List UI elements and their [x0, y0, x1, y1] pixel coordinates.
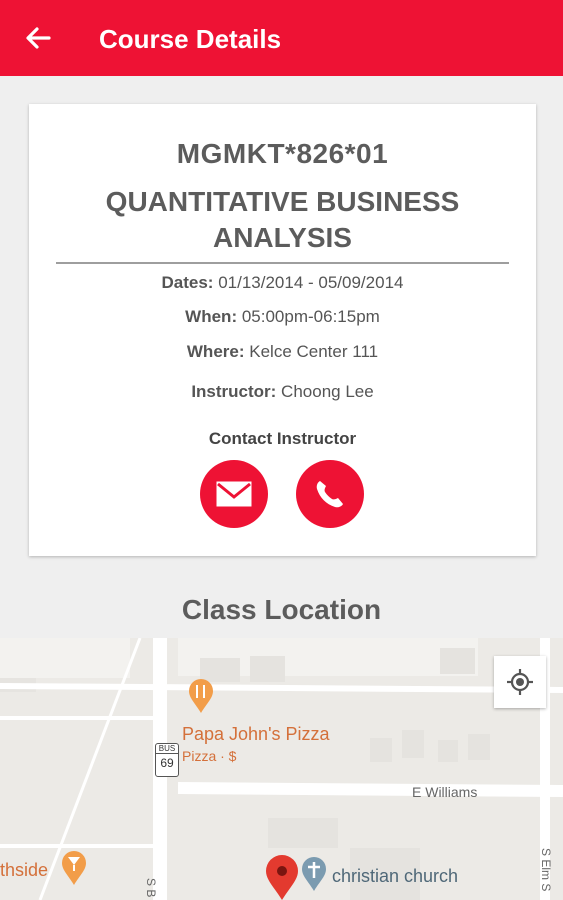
when-value: 05:00pm-06:15pm — [241, 307, 380, 326]
contact-instructor-label: Contact Instructor — [208, 429, 357, 448]
divider — [56, 262, 509, 264]
course-name: QUANTITATIVE BUSINESS ANALYSIS — [105, 186, 460, 253]
restaurant-pin-icon[interactable] — [187, 678, 215, 714]
route-shield-top: BUS — [156, 744, 178, 754]
church-pin-icon[interactable] — [300, 856, 328, 892]
map-poi-papa-johns-sub: Pizza · $ — [182, 748, 237, 764]
instructor-value: Choong Lee — [281, 382, 374, 401]
crosshair-icon — [507, 669, 533, 695]
route-shield: BUS 69 — [155, 743, 179, 777]
course-code: MGMKT*826*01 — [176, 138, 389, 169]
location-marker-icon[interactable] — [264, 854, 300, 900]
app-bar: Course Details — [0, 0, 563, 76]
course-card: MGMKT*826*01 QUANTITATIVE BUSINESS ANALY… — [29, 104, 536, 556]
envelope-icon — [216, 481, 252, 507]
map-poi-thside[interactable]: thside — [0, 860, 48, 881]
phone-icon — [316, 481, 343, 508]
call-button[interactable] — [296, 460, 364, 528]
arrow-left-icon — [26, 27, 51, 49]
class-location-heading: Class Location — [181, 594, 382, 625]
dates-label: Dates: — [161, 273, 214, 292]
where-value: Kelce Center 111 — [249, 342, 379, 361]
street-label-e-williams: E Williams — [412, 784, 478, 800]
email-button[interactable] — [200, 460, 268, 528]
dates-row: Dates: 01/13/2014 - 05/09/2014 — [29, 273, 536, 293]
instructor-row: Instructor: Choong Lee — [29, 382, 536, 402]
route-number: 69 — [160, 756, 174, 770]
back-button[interactable] — [22, 22, 54, 54]
street-label-s-elm: S Elm S — [539, 848, 553, 892]
map-poi-papa-johns[interactable]: Papa John's Pizza — [182, 724, 330, 745]
dates-value: 01/13/2014 - 05/09/2014 — [218, 273, 404, 292]
where-row: Where: Kelce Center 111 — [29, 342, 536, 362]
street-label-s-b: S B — [144, 878, 158, 898]
instructor-label: Instructor: — [191, 382, 277, 401]
when-label: When: — [185, 307, 238, 326]
bar-pin-icon[interactable] — [60, 850, 88, 886]
my-location-button[interactable] — [494, 656, 546, 708]
page-title: Course Details — [99, 24, 282, 54]
map-poi-christian-church[interactable]: christian church — [332, 866, 458, 887]
map-view[interactable]: Papa John's Pizza Pizza · $ BUS 69 E Wil… — [0, 638, 563, 900]
when-row: When: 05:00pm-06:15pm — [29, 307, 536, 327]
where-label: Where: — [186, 342, 245, 361]
